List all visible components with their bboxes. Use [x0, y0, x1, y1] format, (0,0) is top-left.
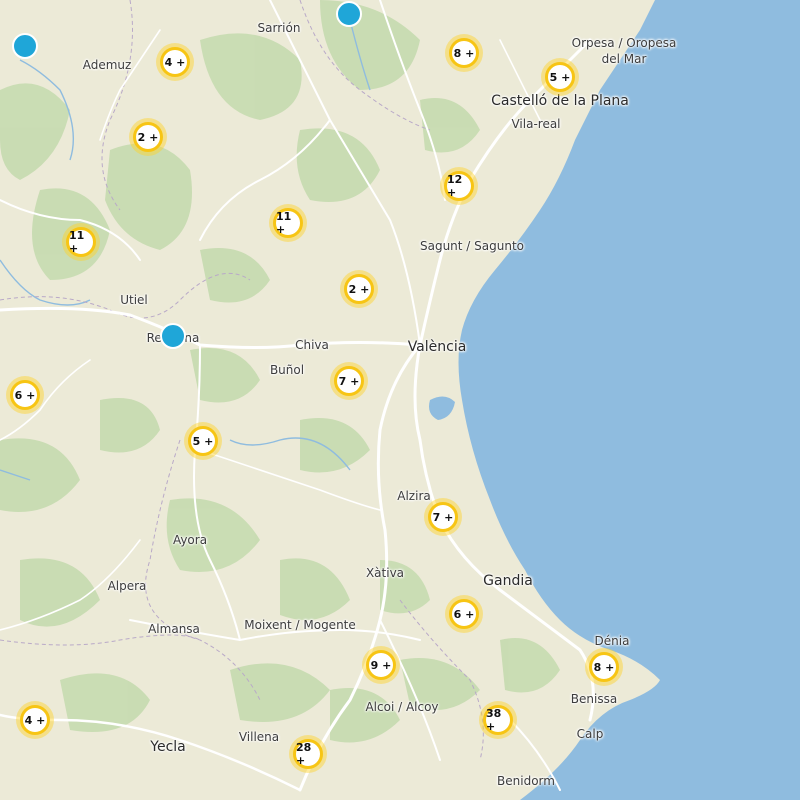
cluster-marker-yecla-west[interactable]: 4 + [16, 701, 54, 739]
cluster-count: 8 + [449, 38, 479, 68]
basemap [0, 0, 800, 800]
place-label-xativa: Xàtiva [365, 566, 405, 580]
place-label-calp: Calp [576, 727, 604, 741]
cluster-count: 5 + [188, 426, 218, 456]
place-label-sarrion: Sarrión [257, 21, 301, 35]
place-label-moixent: Moixent / Mogente [244, 618, 356, 632]
cluster-marker-ademuz[interactable]: 4 + [156, 43, 194, 81]
location-pin-ademuz-west[interactable] [12, 33, 38, 59]
place-label-bunol: Buñol [269, 363, 305, 377]
cluster-count: 12 + [444, 171, 474, 201]
cluster-count: 9 + [366, 650, 396, 680]
cluster-count: 5 + [545, 62, 575, 92]
cluster-marker-gandia[interactable]: 6 + [445, 595, 483, 633]
cluster-count: 2 + [344, 274, 374, 304]
cluster-count: 8 + [589, 652, 619, 682]
place-label-almansa: Almansa [148, 622, 200, 636]
cluster-marker-far-west[interactable]: 6 + [6, 376, 44, 414]
cluster-marker-villena[interactable]: 28 + [289, 735, 327, 773]
place-label-vilareal: Vila-real [511, 117, 561, 131]
place-label-oropesa-2: del Mar [601, 52, 647, 66]
cluster-count: 7 + [334, 366, 364, 396]
cluster-count: 4 + [20, 705, 50, 735]
cluster-count: 28 + [293, 739, 323, 769]
place-label-oropesa: Orpesa / Oropesa [571, 36, 677, 50]
place-label-chiva: Chiva [295, 338, 329, 352]
cluster-count: 38 + [483, 705, 513, 735]
cluster-marker-vilareal[interactable]: 12 + [440, 167, 478, 205]
place-label-alpera: Alpera [107, 579, 147, 593]
cluster-marker-center[interactable]: 11 + [269, 204, 307, 242]
place-label-sagunt: Sagunt / Sagunto [419, 239, 525, 253]
cluster-count: 2 + [133, 122, 163, 152]
cluster-marker-chiva[interactable]: 2 + [340, 270, 378, 308]
place-label-denia: Dénia [594, 634, 630, 648]
place-label-alzira: Alzira [397, 489, 431, 503]
cluster-count: 6 + [449, 599, 479, 629]
location-pin-sarrion-east[interactable] [336, 1, 362, 27]
place-label-ayora: Ayora [172, 533, 208, 547]
cluster-marker-requena-south[interactable]: 5 + [184, 422, 222, 460]
place-label-benidorm: Benidorm [497, 774, 555, 788]
cluster-marker-denia[interactable]: 8 + [585, 648, 623, 686]
cluster-count: 11 + [66, 227, 96, 257]
place-label-valencia: València [407, 339, 467, 355]
cluster-count: 6 + [10, 380, 40, 410]
cluster-marker-bunol[interactable]: 7 + [330, 362, 368, 400]
place-label-utiel: Utiel [120, 293, 148, 307]
map-canvas[interactable]: Sarrión Ademuz Orpesa / Oropesa del Mar … [0, 0, 800, 800]
cluster-marker-north[interactable]: 2 + [129, 118, 167, 156]
cluster-count: 11 + [273, 208, 303, 238]
cluster-marker-northeast[interactable]: 8 + [445, 34, 483, 72]
cluster-marker-castello[interactable]: 5 + [541, 58, 579, 96]
location-pin-requena[interactable] [160, 323, 186, 349]
cluster-count: 4 + [160, 47, 190, 77]
place-label-yecla: Yecla [150, 739, 186, 755]
place-label-villena: Villena [238, 730, 280, 744]
cluster-marker-benissa[interactable]: 38 + [479, 701, 517, 739]
place-label-gandia: Gandia [483, 573, 533, 589]
cluster-count: 7 + [428, 502, 458, 532]
place-label-benissa: Benissa [570, 692, 618, 706]
cluster-marker-alzira[interactable]: 7 + [424, 498, 462, 536]
place-label-alcoi: Alcoi / Alcoy [365, 700, 439, 714]
cluster-marker-alcoi[interactable]: 9 + [362, 646, 400, 684]
cluster-marker-west[interactable]: 11 + [62, 223, 100, 261]
place-label-ademuz: Ademuz [82, 58, 132, 72]
